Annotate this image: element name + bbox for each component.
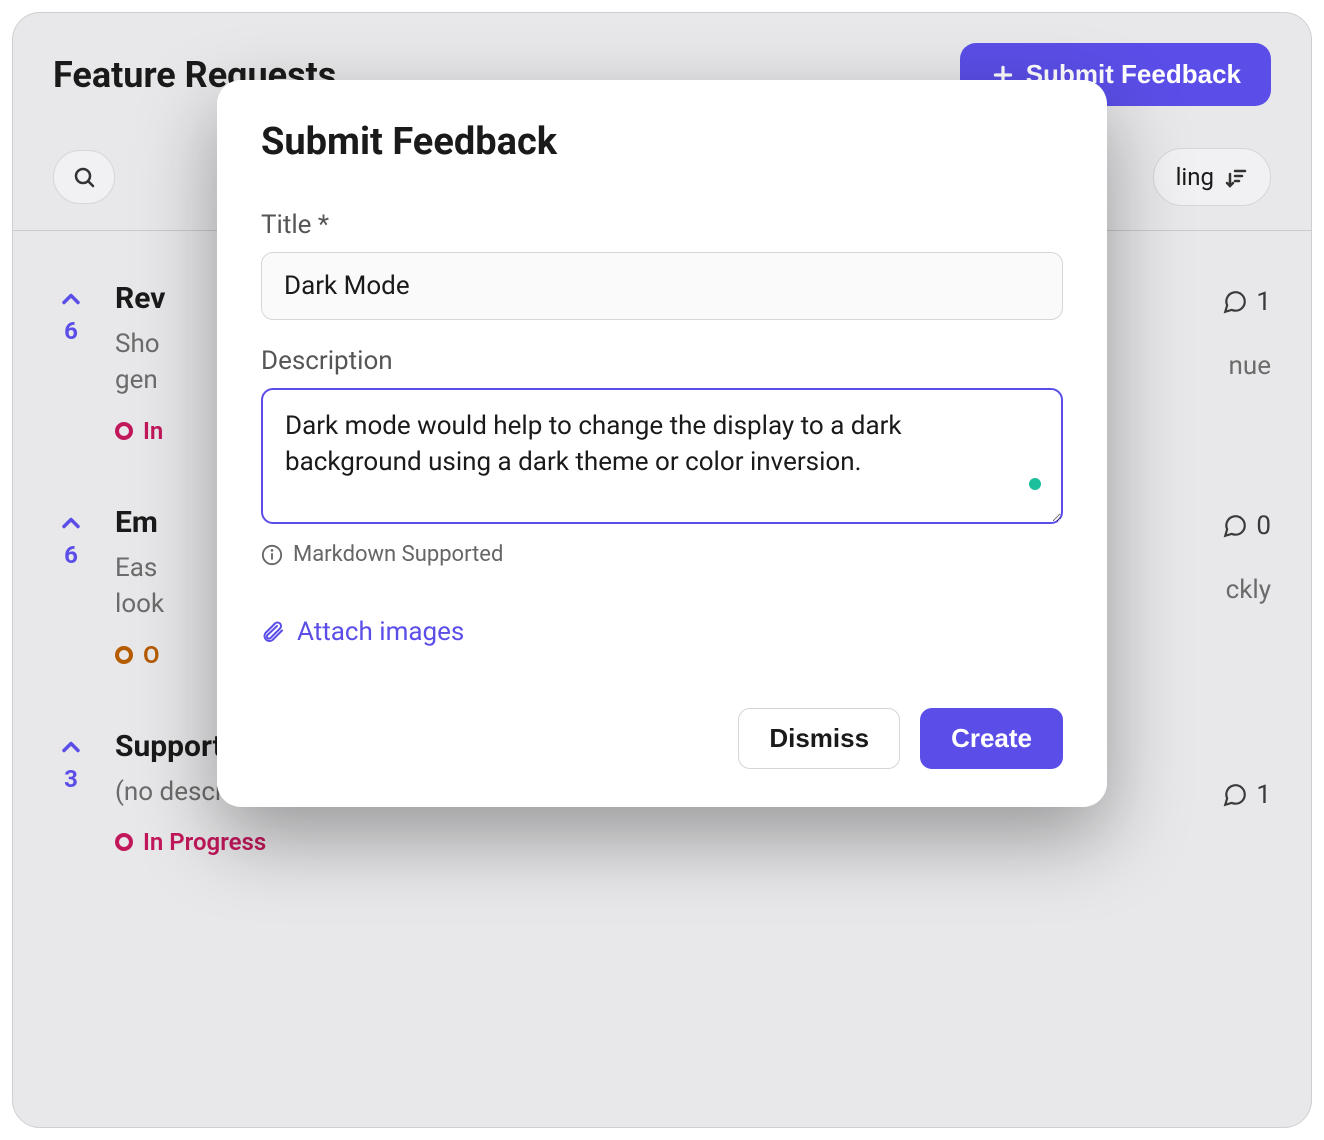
markdown-supported-note: Markdown Supported xyxy=(261,542,1063,567)
create-button[interactable]: Create xyxy=(920,708,1063,769)
item-description-tail: nue xyxy=(1229,351,1271,381)
comments-count[interactable]: 0 xyxy=(1222,505,1271,541)
status-label: O xyxy=(143,641,160,669)
chevron-up-icon xyxy=(57,509,85,537)
status-label: In xyxy=(143,417,163,445)
grammar-dot-icon xyxy=(1029,478,1041,490)
info-icon xyxy=(261,544,283,566)
upvote-button[interactable]: 3 xyxy=(53,729,89,856)
comment-icon xyxy=(1222,782,1248,808)
vote-count: 6 xyxy=(64,317,78,345)
search-button[interactable] xyxy=(53,150,115,204)
comment-icon xyxy=(1222,289,1248,315)
comments-count[interactable]: 1 xyxy=(1222,281,1271,317)
chevron-up-icon xyxy=(57,285,85,313)
comment-icon xyxy=(1222,513,1248,539)
sort-chip[interactable]: ling xyxy=(1153,148,1271,206)
modal-actions: Dismiss Create xyxy=(261,708,1063,769)
modal-title: Submit Feedback xyxy=(261,120,1063,164)
status-dot-icon xyxy=(115,646,133,664)
sort-descending-icon xyxy=(1224,165,1248,189)
description-field: Description Markdown Supported xyxy=(261,346,1063,567)
comments-count[interactable]: 1 xyxy=(1222,729,1271,856)
status-label: In Progress xyxy=(143,828,266,856)
chevron-up-icon xyxy=(57,733,85,761)
attach-images-label: Attach images xyxy=(297,617,464,647)
vote-count: 6 xyxy=(64,541,78,569)
vote-count: 3 xyxy=(64,765,78,793)
description-textarea[interactable] xyxy=(261,388,1063,524)
status-dot-icon xyxy=(115,422,133,440)
description-field-label: Description xyxy=(261,346,1063,376)
title-input[interactable] xyxy=(261,252,1063,320)
item-description-tail: ckly xyxy=(1226,575,1271,605)
attach-images-button[interactable]: Attach images xyxy=(261,617,464,647)
title-field-label: Title * xyxy=(261,210,1063,240)
submit-feedback-modal: Submit Feedback Title * Description Mark… xyxy=(217,80,1107,807)
upvote-button[interactable]: 6 xyxy=(53,281,89,445)
sort-chip-label: ling xyxy=(1176,163,1214,191)
search-icon xyxy=(72,165,96,189)
status-dot-icon xyxy=(115,833,133,851)
upvote-button[interactable]: 6 xyxy=(53,505,89,669)
dismiss-button[interactable]: Dismiss xyxy=(738,708,900,769)
title-field: Title * xyxy=(261,210,1063,320)
status-badge: In Progress xyxy=(115,828,1196,856)
paperclip-icon xyxy=(261,620,285,644)
